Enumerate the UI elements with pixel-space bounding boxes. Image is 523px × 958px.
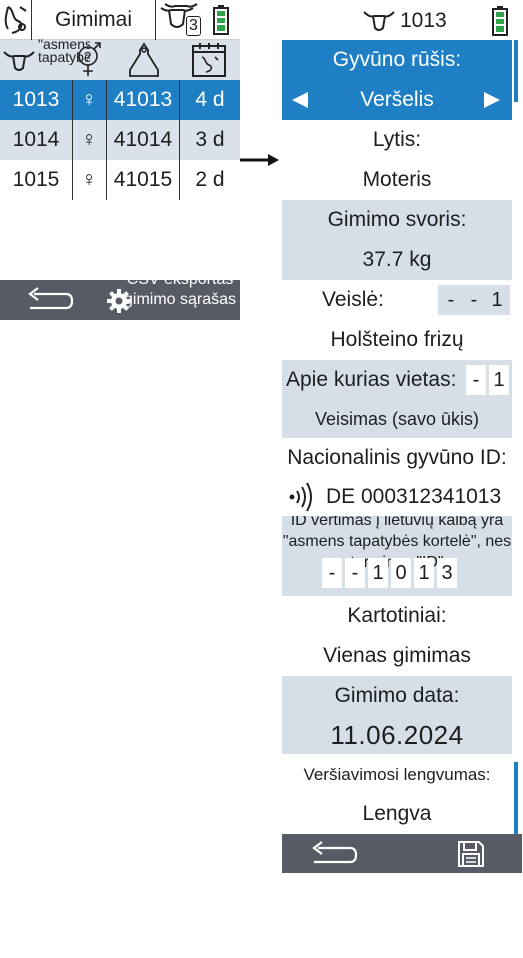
page-title: Gimimai [55,8,132,31]
number-digit: 0 [391,558,411,588]
birth-weight-value[interactable]: 37.7 kg [282,240,512,280]
animal-number-input[interactable]: - - 1 0 1 3 [319,558,457,588]
national-id-row[interactable]: DE 000312341013 [282,478,512,516]
number-digit: 1 [414,558,434,588]
cell-ear-tag: 41015 [113,168,173,191]
multiples-value[interactable]: Vienas gimimas [282,636,512,676]
right-header: 1013 [282,0,522,40]
cow-count: 3 [186,16,201,36]
location-value: Veisimas (savo ūkis) [282,400,512,438]
location-row: Apie kurias vietas: - 1 [282,360,512,400]
sex-unknown-icon: ? [74,42,104,78]
location-digit: - [466,365,486,395]
species-selector[interactable]: Veršelis [282,80,512,120]
sex-value[interactable]: Moteris [282,160,512,200]
table-row[interactable]: 1015 ♀ 41015 2 d [0,160,240,200]
location-code-input[interactable]: - 1 [463,365,509,395]
arrow-left-icon[interactable] [290,90,310,110]
cow-head-icon [2,48,36,74]
svg-text:?: ? [84,49,91,64]
national-id-value: DE 000312341013 [326,485,502,508]
right-footer [282,834,522,873]
breed-value: Holšteino frizų [330,328,464,351]
calving-icon[interactable] [0,0,32,40]
rfid-icon [288,482,314,512]
location-digit: 1 [489,365,509,395]
scrollbar-top[interactable] [514,40,518,102]
breed-code-input[interactable]: - - 1 [438,285,510,315]
birth-date-value[interactable]: 11.06.2024 [282,716,512,754]
species-label: Gyvūno rūšis: [282,40,512,80]
left-header: Gimimai 3 [0,0,240,40]
table-row[interactable]: 1013 ♀ 41013 4 d [0,80,240,120]
table-row[interactable]: 1014 ♀ 41014 3 d [0,120,240,160]
calving-ease-label: Veršiavimosi lengvumas: [303,765,491,784]
battery-icon [492,6,508,36]
breed-row: Veislė: - - 1 [282,280,512,320]
calendar-birth-icon [190,41,228,79]
multiples-label: Kartotiniai: [347,604,447,627]
csv-export-button[interactable]: CSV eksportas gimimo sąrašas [120,270,240,320]
calving-ease-value[interactable]: Lengva [282,794,512,834]
cell-sex: ♀ [81,128,97,151]
cell-age: 4 d [195,88,225,111]
cell-age: 3 d [195,128,225,151]
animal-id-header: 1013 [362,4,447,38]
csv-export-label: CSV eksportas gimimo sąrašas [123,271,237,308]
cell-id: 1015 [12,168,60,191]
cow-head-icon [363,11,395,31]
cell-sex: ♀ [81,168,97,191]
sex-label: Lytis: [372,128,422,151]
cow-count-icon: 3 [156,0,204,40]
breed-digit: - [464,285,484,315]
number-digit: - [345,558,365,588]
number-digit: - [322,558,342,588]
cell-age: 2 d [195,168,225,191]
national-id-label: Nacionalinis gyvūno ID: [287,446,507,469]
species-value: Veršelis [360,88,434,111]
animal-id: 1013 [400,9,447,32]
cell-ear-tag: 41014 [113,128,173,151]
table-header: "asmens tapatybės" ? [0,38,240,80]
id-note-block: ID vertimas į lietuvių kalbą yra "asmens… [282,516,512,596]
birth-date-label: Gimimo data: [282,676,512,716]
back-button[interactable] [26,286,74,314]
battery-icon [206,0,236,40]
transition-arrow-icon [240,152,280,168]
location-label: Apie kurias vietas: [286,368,457,391]
cell-id: 1014 [12,128,60,151]
breed-digit: 1 [487,285,507,315]
ear-tag-icon [126,42,162,78]
back-button[interactable] [310,840,358,868]
cell-ear-tag: 41013 [113,88,173,111]
number-digit: 1 [368,558,388,588]
scrollbar-bottom[interactable] [514,762,518,834]
breed-digit: - [441,285,461,315]
cell-id: 1013 [12,88,60,111]
breed-label: Veislė: [322,288,384,311]
left-footer: CSV eksportas gimimo sąrašas [0,271,240,320]
number-digit: 3 [437,558,457,588]
arrow-right-icon[interactable] [482,90,502,110]
birth-weight-label: Gimimo svoris: [282,200,512,240]
cell-sex: ♀ [81,88,97,111]
save-button[interactable] [457,840,485,868]
